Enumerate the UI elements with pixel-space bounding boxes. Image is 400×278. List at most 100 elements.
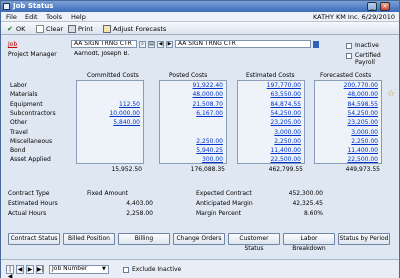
certified-payroll-label: Certified Payroll [355,52,381,66]
company-date: KATHY KM Inc. 6/29/2010 [313,13,395,21]
forecasted-cell[interactable]: 23,205.00 [314,118,380,127]
cost-row-label: Labor [10,82,27,89]
next-icon[interactable]: ▶ [166,41,173,48]
cost-row-label: Bond [10,147,26,155]
menu-edit[interactable]: Edit [25,13,38,21]
print-button[interactable]: Print [68,23,93,34]
inactive-checkbox[interactable] [346,43,352,49]
toolbar: ✔ OK Clear Print Adjust Forecasts [1,22,399,35]
first-record-icon[interactable]: |◀ [6,265,14,278]
clear-icon [36,24,44,33]
posted-cell[interactable]: 48,000.00 [159,90,225,99]
committed-cell[interactable]: 5,840.00 [76,118,142,127]
estimated-cell[interactable]: 2,250.00 [237,137,303,146]
estimated-cell[interactable]: 11,400.00 [237,146,303,155]
tab-contract-status[interactable]: Contract Status [8,233,60,245]
posted-cell[interactable]: 6,167.00 [159,109,225,118]
estimated-cell[interactable]: 22,500.00 [237,155,303,164]
contract-type-value: Fixed Amount [87,190,129,197]
forecasted-cell[interactable]: 2,250.00 [314,137,380,146]
printer-icon [68,24,76,33]
previous-record-icon[interactable]: ◀ [16,265,24,274]
clear-button[interactable]: Clear [36,23,63,34]
estimated-costs-header: Estimated Costs [246,72,295,79]
tab-change-orders[interactable]: Change Orders [173,233,225,245]
forecasted-cell[interactable]: 22,500.00 [314,155,380,164]
exclude-inactive-checkbox[interactable] [123,267,129,273]
committed-cell [76,90,142,99]
posted-cell[interactable]: 21,508.70 [159,100,225,109]
forecasted-cell[interactable]: 54,250.00 [314,109,380,118]
job-form: Job AA SIGN TRNG CTR ⌕ ▤ ◀ ▶ AA SIGN TRN… [3,36,397,258]
estimated-cell[interactable]: 3,000.00 [237,128,303,137]
posted-costs-header: Posted Costs [169,72,208,79]
posted-cell[interactable]: 300.00 [159,155,225,164]
contract-type-label: Contract Type [8,190,50,197]
menu-file[interactable]: File [6,13,17,21]
tab-billing[interactable]: Billing [118,233,170,245]
estimated-cell[interactable]: 197,770.00 [237,81,303,90]
window-title: Job Status [13,2,54,10]
estimated-cell[interactable]: 54,250.00 [237,109,303,118]
star-icon[interactable]: ☆ [387,89,395,99]
tab-status-by-period[interactable]: Status by Period [338,233,390,245]
job-number-field[interactable]: AA SIGN TRNG CTR [71,40,137,48]
minimize-icon[interactable]: _ [367,2,377,11]
tab-billed-position[interactable]: Billed Position [63,233,115,245]
posted-cell[interactable]: 5,940.25 [159,146,225,155]
sort-by-select[interactable]: Job Number [49,265,109,274]
posted-cell[interactable] [159,128,225,137]
close-icon[interactable]: ✕ [380,2,390,11]
lookup-icon[interactable]: ⌕ [139,41,146,48]
expand-icon[interactable] [313,41,319,48]
job-label[interactable]: Job [8,41,17,48]
note-icon[interactable]: ▤ [148,41,155,48]
project-manager-label: Project Manager [8,51,57,58]
job-name-field: AA SIGN TRNG CTR [175,40,311,48]
anticipated-margin-label: Anticipated Margin [196,200,253,207]
committed-cell[interactable]: 112.50 [76,100,142,109]
forecasted-cell[interactable]: 200,770.00 [314,81,380,90]
next-record-icon[interactable]: ▶ [26,265,34,274]
certified-payroll-checkbox[interactable] [346,53,352,59]
clear-label: Clear [46,24,63,33]
expected-contract-label: Expected Contract [196,190,252,197]
forecasted-cell[interactable]: 11,400.00 [314,146,380,155]
forecasted-cell[interactable]: 3,000.00 [314,128,380,137]
chevron-down-icon[interactable]: ▼ [102,266,106,272]
forecasted-costs-header: Forecasted Costs [320,72,372,79]
posted-cell[interactable]: 91,922.40 [159,81,225,90]
cost-row-label: Equipment [10,100,43,108]
forecasted-cell[interactable]: 48,000.00 [314,90,380,99]
menu-tools[interactable]: Tools [46,13,62,21]
committed-cell [76,137,142,146]
forecasted-cell[interactable]: 84,598.55 [314,100,380,109]
project-manager-field: Aarnodt, Joseph B. [74,50,130,57]
committed-cell[interactable]: 10,000.00 [76,109,142,118]
exclude-inactive-label: Exclude Inactive [132,266,182,273]
committed-cell [76,155,142,164]
adjust-forecasts-button[interactable]: Adjust Forecasts [103,23,166,34]
adjust-label: Adjust Forecasts [113,24,167,33]
print-label: Print [78,24,93,33]
menu-help[interactable]: Help [71,13,86,21]
ok-button[interactable]: ✔ OK [6,23,25,34]
committed-costs-header: Committed Costs [87,72,139,79]
estimated-cell[interactable]: 23,205.00 [237,118,303,127]
margin-percent-value: 8.60% [303,210,323,217]
cost-row-label: Miscellaneous [10,137,53,145]
estimated-cell[interactable]: 63,550.00 [237,90,303,99]
actual-hours-label: Actual Hours [8,210,47,217]
tab-customer-status[interactable]: Customer Status [228,233,280,252]
committed-cell [76,146,142,155]
cost-row-label: Subcontractors [10,109,56,117]
estimated-cell[interactable]: 84,874.55 [237,100,303,109]
menu-bar: File Edit Tools Help KATHY KM Inc. 6/29/… [1,12,399,22]
previous-icon[interactable]: ◀ [157,41,164,48]
tab-labor-breakdown[interactable]: Labor Breakdown [283,233,335,252]
posted-cell[interactable]: 2,250.00 [159,137,225,146]
estimated-hours-label: Estimated Hours [8,200,58,207]
forecast-icon [103,24,111,33]
last-record-icon[interactable]: ▶| [36,265,44,274]
posted-cell[interactable] [159,118,225,127]
